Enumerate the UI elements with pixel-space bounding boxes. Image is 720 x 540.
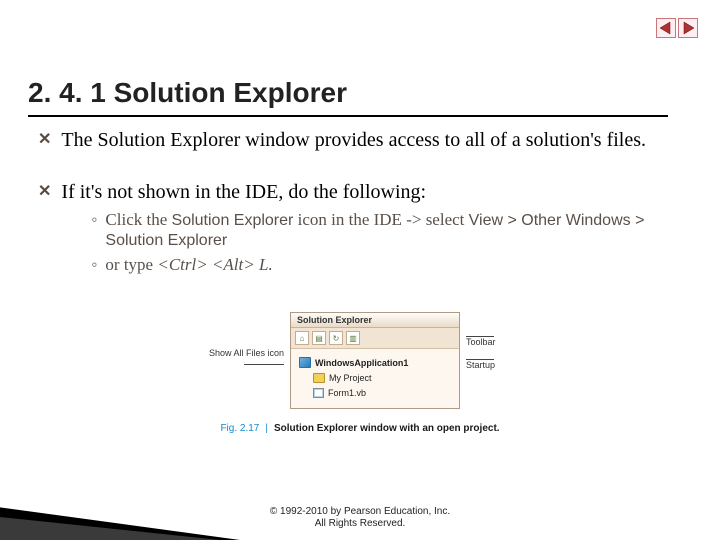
bullet-text: If it's not shown in the IDE, do the fol…	[61, 181, 426, 203]
keystroke: <Alt>	[208, 255, 255, 274]
tree-view: WindowsApplication1 My Project Form1.vb	[291, 349, 459, 408]
callout-left: Show All Files icon	[184, 348, 284, 365]
show-all-files-icon[interactable]: ▤	[312, 331, 326, 345]
sub-text: Click the	[105, 210, 171, 229]
caption-label: Fig. 2.17	[220, 423, 259, 434]
bullet-item: ✕ If it's not shown in the IDE, do the f…	[38, 180, 678, 279]
sub-list: Click the Solution Explorer icon in the …	[91, 210, 678, 275]
tree-row[interactable]: My Project	[297, 370, 453, 385]
tree-row[interactable]: Form1.vb	[297, 385, 453, 400]
panel-toolbar: ⌂ ▤ ↻ ▥	[291, 328, 459, 349]
sub-item: Click the Solution Explorer icon in the …	[91, 210, 678, 251]
caption-text: Solution Explorer window with an open pr…	[274, 423, 500, 434]
nav-arrows	[656, 18, 698, 38]
prev-arrow-icon[interactable]	[656, 18, 676, 38]
sub-item: or type <Ctrl> <Alt> L.	[91, 255, 678, 275]
caption-separator-icon: |	[259, 423, 274, 434]
tree-row-root[interactable]: WindowsApplication1	[297, 355, 453, 370]
tree-label: My Project	[329, 373, 372, 383]
bullet-text: The Solution Explorer window provides ac…	[61, 128, 646, 152]
leader-line	[244, 364, 284, 365]
tree-label: WindowsApplication1	[315, 358, 408, 368]
keystroke: <Ctrl>	[157, 255, 207, 274]
page-title: 2. 4. 1 Solution Explorer	[28, 77, 668, 117]
folder-icon	[313, 373, 325, 383]
figure-caption: Fig. 2.17|Solution Explorer window with …	[220, 423, 499, 434]
copyright: © 1992-2010 by Pearson Education, Inc. A…	[0, 506, 720, 530]
panel-title: Solution Explorer	[291, 313, 459, 328]
toolbar-button-icon[interactable]: ⌂	[295, 331, 309, 345]
callout-text: Startup	[466, 360, 536, 370]
bullet-marker-icon: ✕	[38, 180, 51, 279]
copyright-line: All Rights Reserved.	[0, 518, 720, 530]
body-content: ✕ The Solution Explorer window provides …	[38, 128, 678, 283]
sub-text-sans: Solution Explorer	[172, 212, 294, 229]
sub-text: icon in the IDE -> select	[293, 210, 468, 229]
solution-explorer-panel: Solution Explorer ⌂ ▤ ↻ ▥ WindowsApplica…	[290, 312, 460, 409]
callout-text: Show All Files icon	[184, 348, 284, 358]
callout-text: Toolbar	[466, 337, 536, 347]
copyright-line: © 1992-2010 by Pearson Education, Inc.	[0, 506, 720, 518]
bullet-with-sublist: If it's not shown in the IDE, do the fol…	[61, 180, 678, 279]
toolbar-button-icon[interactable]: ▥	[346, 331, 360, 345]
vb-project-icon	[299, 357, 311, 368]
bullet-item: ✕ The Solution Explorer window provides …	[38, 128, 678, 152]
bullet-marker-icon: ✕	[38, 128, 51, 152]
sub-text: or type	[105, 255, 157, 274]
callout-right: Toolbar Startup	[466, 330, 536, 370]
next-arrow-icon[interactable]	[678, 18, 698, 38]
keystroke: L.	[255, 255, 273, 274]
figure: Show All Files icon Solution Explorer ⌂ …	[0, 312, 720, 434]
refresh-icon[interactable]: ↻	[329, 331, 343, 345]
tree-label: Form1.vb	[328, 388, 366, 398]
form-icon	[313, 388, 324, 398]
